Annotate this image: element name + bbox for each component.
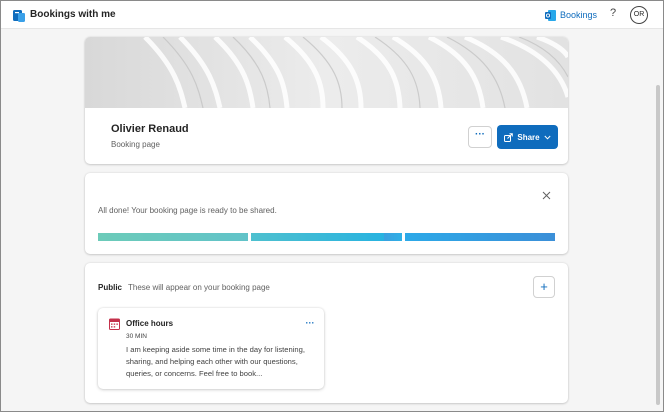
bookings-icon xyxy=(13,10,25,22)
service-duration: 30 MIN xyxy=(126,333,147,340)
progress-segment xyxy=(251,233,402,241)
page-type-label: Booking page xyxy=(111,140,160,149)
outlook-icon xyxy=(545,9,556,21)
service-more-button[interactable]: ··· xyxy=(303,318,317,330)
app-title: Bookings with me xyxy=(30,9,116,20)
scrollbar[interactable] xyxy=(656,85,660,405)
close-icon xyxy=(542,191,550,200)
banner-image xyxy=(85,37,568,108)
progress-segment xyxy=(98,233,249,241)
section-title: Public xyxy=(98,283,123,292)
top-bar: Bookings with me Bookings ? OR xyxy=(1,1,663,29)
service-description: I am keeping aside some time in the day … xyxy=(126,345,305,378)
bookings-link[interactable]: Bookings xyxy=(545,8,597,22)
close-button[interactable] xyxy=(540,190,552,202)
share-icon xyxy=(504,132,514,142)
more-options-button[interactable]: ··· xyxy=(468,126,492,148)
owner-name: Olivier Renaud xyxy=(111,123,189,135)
share-button[interactable]: Share xyxy=(497,125,558,149)
share-button-label: Share xyxy=(517,132,540,142)
add-service-button[interactable]: + xyxy=(533,276,555,298)
section-subtitle: These will appear on your booking page xyxy=(128,283,270,292)
status-message: All done! Your booking page is ready to … xyxy=(98,206,277,215)
progress-segment xyxy=(404,233,555,241)
app-window: Bookings with me Bookings ? OR Olivier R… xyxy=(0,0,664,412)
chevron-down-icon xyxy=(544,135,551,140)
help-button[interactable]: ? xyxy=(606,7,620,21)
progress-bar xyxy=(98,233,555,241)
avatar[interactable]: OR xyxy=(630,6,648,24)
bookings-link-label: Bookings xyxy=(560,10,598,20)
services-card: Public These will appear on your booking… xyxy=(85,263,568,403)
calendar-icon xyxy=(109,318,120,330)
service-name: Office hours xyxy=(126,319,174,328)
profile-card: Olivier Renaud Booking page ··· Share xyxy=(85,37,568,164)
status-card: All done! Your booking page is ready to … xyxy=(85,173,568,254)
service-card[interactable]: Office hours 30 MIN I am keeping aside s… xyxy=(98,308,324,389)
